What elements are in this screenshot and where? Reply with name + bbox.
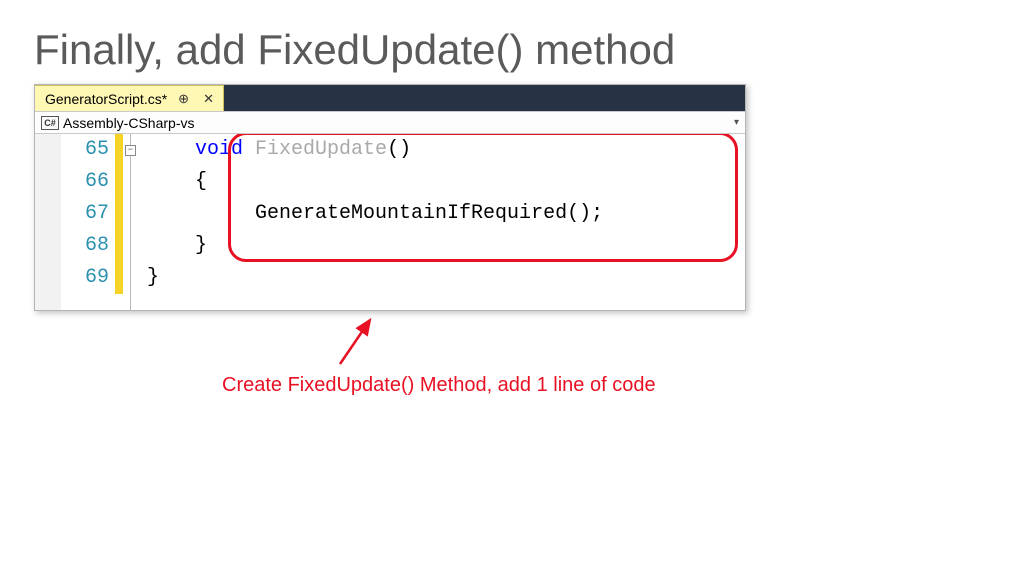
code-editor[interactable]: 65 66 67 68 69 − void FixedUpdate() { Ge… xyxy=(35,134,745,310)
code-line: GenerateMountainIfRequired(); xyxy=(147,198,745,230)
code-panel: GeneratorScript.cs* ⊕ ✕ C# Assembly-CSha… xyxy=(34,84,746,311)
code-line: { xyxy=(147,166,745,198)
method-name: FixedUpdate xyxy=(243,138,387,161)
line-number: 69 xyxy=(61,262,109,294)
line-number: 67 xyxy=(61,198,109,230)
tab-filename: GeneratorScript.cs* xyxy=(45,91,167,107)
code-line: } xyxy=(147,262,745,294)
fold-gutter[interactable]: − xyxy=(123,134,143,310)
breakpoint-gutter[interactable] xyxy=(35,134,61,310)
line-number-gutter: 65 66 67 68 69 xyxy=(61,134,115,310)
slide-title: Finally, add FixedUpdate() method xyxy=(0,0,1024,84)
file-tab[interactable]: GeneratorScript.cs* ⊕ ✕ xyxy=(35,85,224,111)
code-content[interactable]: void FixedUpdate() { GenerateMountainIfR… xyxy=(143,134,745,310)
context-dropdown[interactable]: C# Assembly-CSharp-vs ▾ xyxy=(35,111,745,134)
keyword: void xyxy=(195,138,243,161)
change-indicator-gutter xyxy=(115,134,123,310)
context-scope: Assembly-CSharp-vs xyxy=(63,115,194,131)
close-icon[interactable]: ✕ xyxy=(200,91,217,107)
annotation-text: Create FixedUpdate() Method, add 1 line … xyxy=(222,374,656,397)
chevron-down-icon: ▾ xyxy=(734,117,739,128)
line-number: 65 xyxy=(61,134,109,166)
fold-toggle-icon[interactable]: − xyxy=(125,145,136,156)
pin-icon[interactable]: ⊕ xyxy=(175,91,192,107)
line-number: 68 xyxy=(61,230,109,262)
tab-strip: GeneratorScript.cs* ⊕ ✕ xyxy=(35,85,745,111)
csharp-badge-icon: C# xyxy=(41,116,59,130)
arrow-annotation-icon xyxy=(330,312,390,372)
line-number: 66 xyxy=(61,166,109,198)
code-text: () xyxy=(387,138,411,161)
code-line: } xyxy=(147,230,745,262)
